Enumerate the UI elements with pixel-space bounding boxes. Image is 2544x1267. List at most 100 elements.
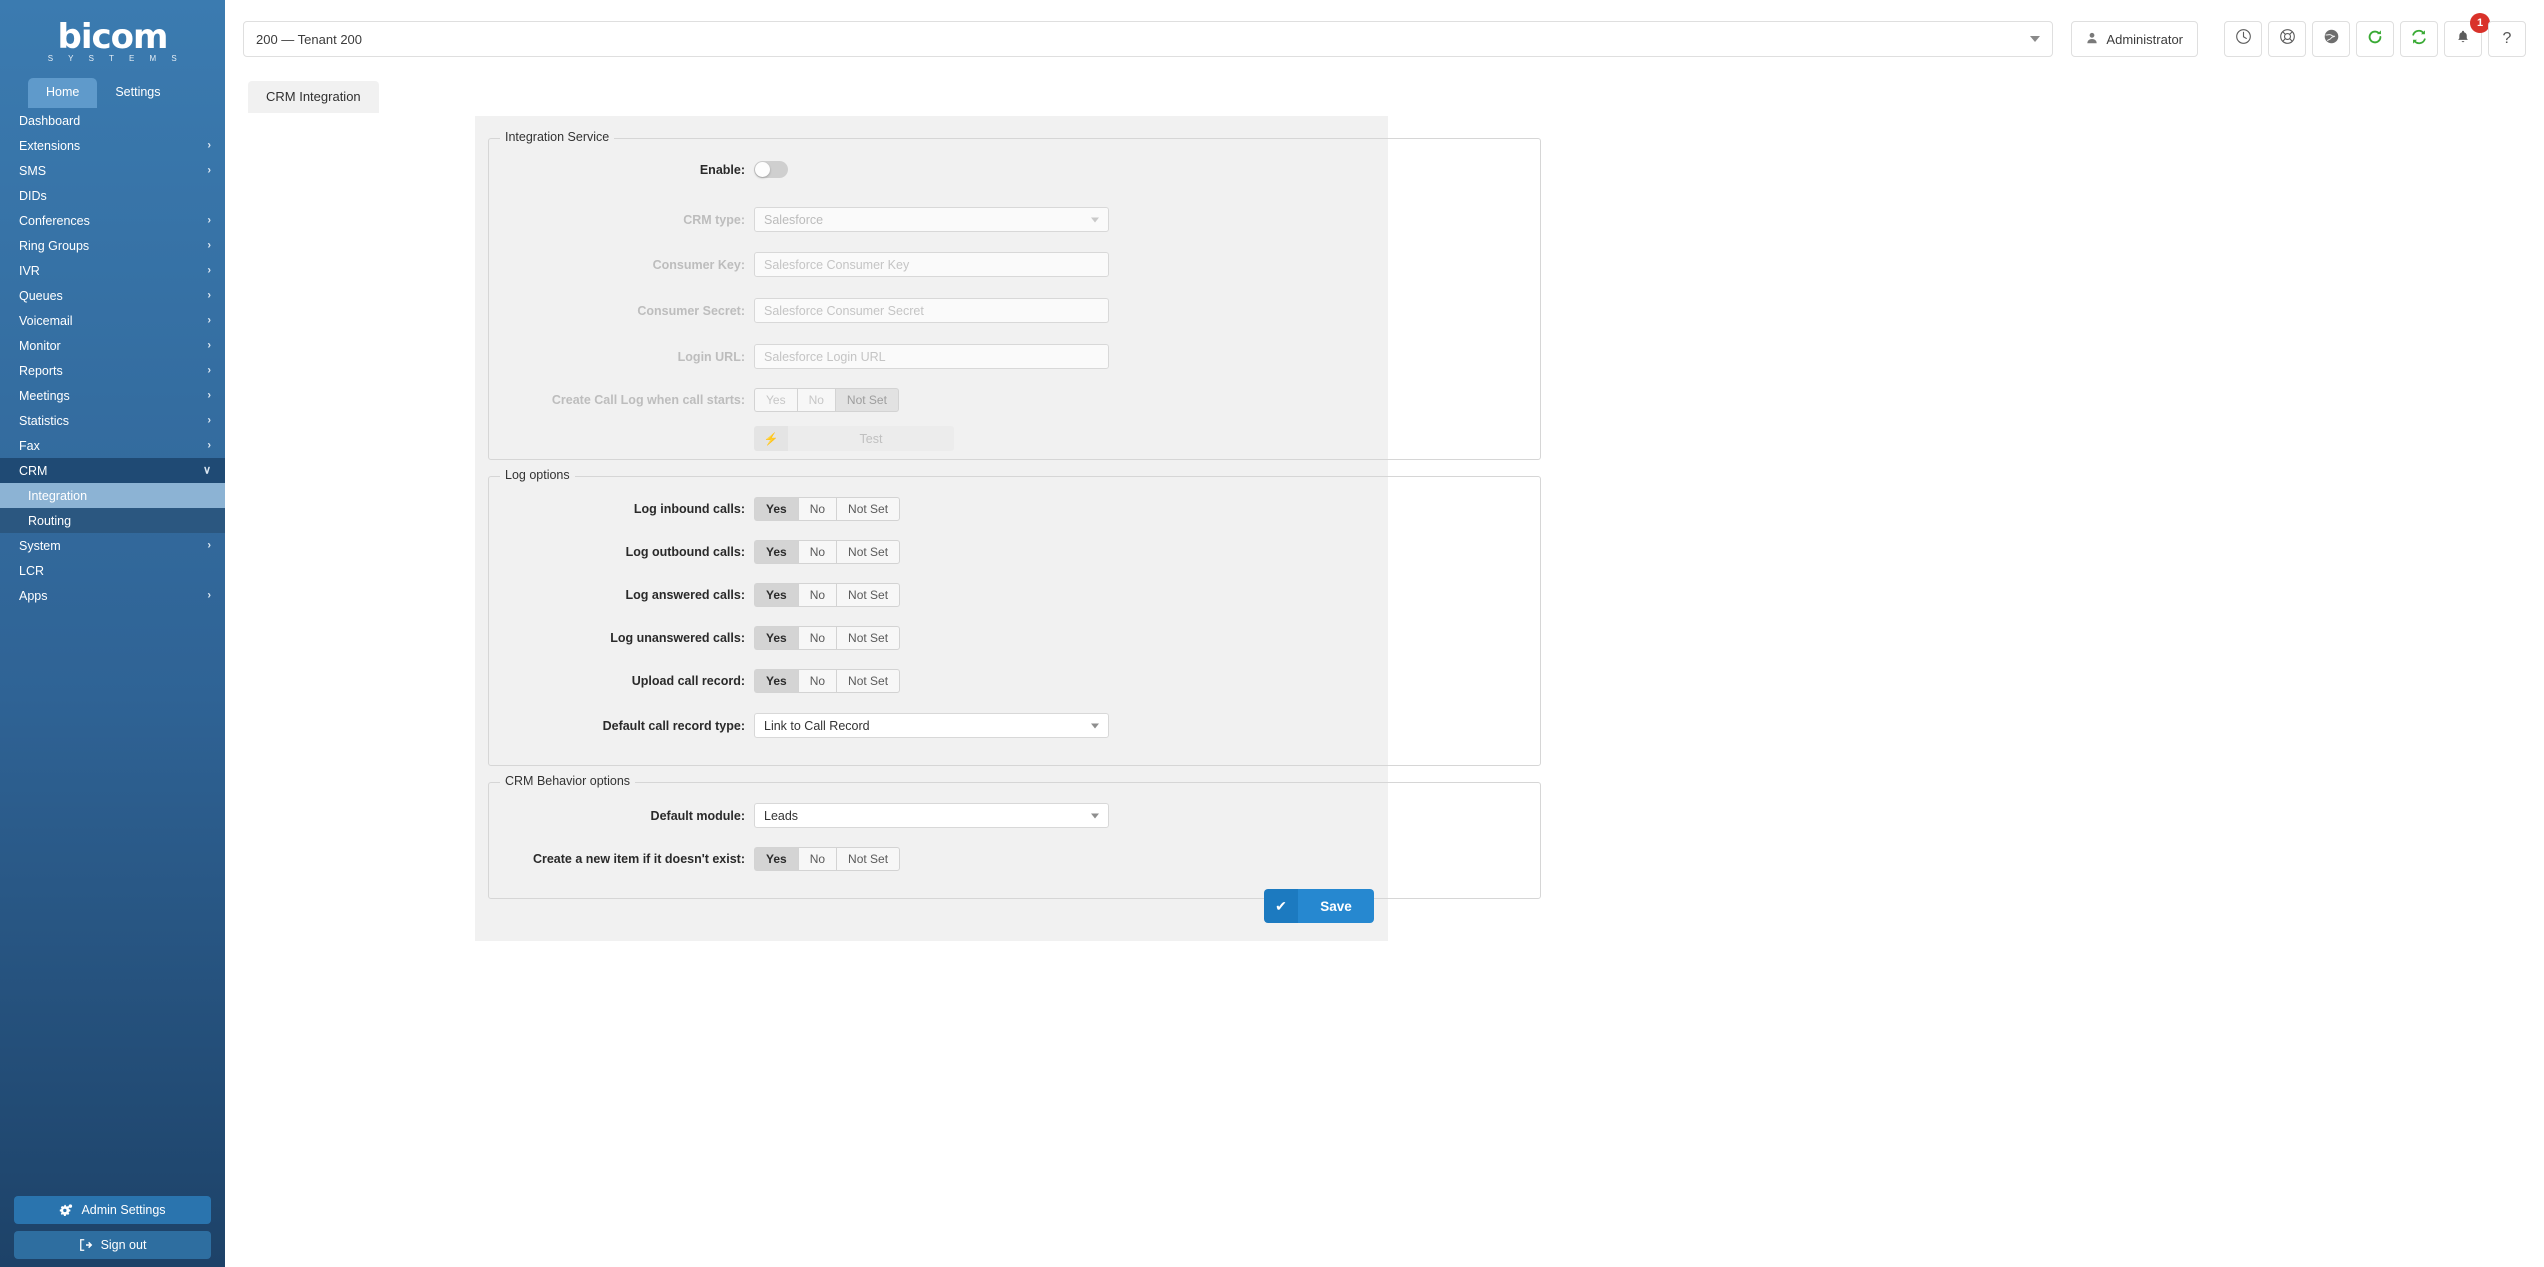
default-module-select[interactable]: Leads [754,803,1109,828]
crm-type-select[interactable]: Salesforce [754,207,1109,232]
test-row: ⚡ Test [489,426,1540,451]
brand-name: bicom [57,17,169,57]
chevron-right-icon: › [207,389,211,401]
chevron-right-icon: › [207,289,211,301]
behavior-options-legend: CRM Behavior options [500,774,636,788]
sidebar-item-conferences[interactable]: Conferences › [0,208,225,233]
upload-call-record-row: Upload call record: Yes No Not Set [489,669,1540,693]
sidebar-item-system[interactable]: System › [0,533,225,558]
sidebar-item-monitor[interactable]: Monitor › [0,333,225,358]
sidebar-item-integration[interactable]: Integration [0,483,225,508]
record-type-select[interactable]: Link to Call Record [754,713,1109,738]
sign-out-button[interactable]: Sign out [14,1231,211,1259]
create-item-row: Create a new item if it doesn't exist: Y… [489,847,1540,871]
test-button[interactable]: ⚡ Test [754,426,954,451]
sidebar-item-fax[interactable]: Fax › [0,433,225,458]
clock-icon [2235,28,2252,50]
sidebar-item-ivr[interactable]: IVR › [0,258,225,283]
sidebar-item-label: DIDs [19,188,47,203]
sidebar-item-reports[interactable]: Reports › [0,358,225,383]
sidebar-item-dids[interactable]: DIDs [0,183,225,208]
log-inbound-notset[interactable]: Not Set [836,497,901,521]
log-answered-notset[interactable]: Not Set [836,583,901,607]
log-answered-yes[interactable]: Yes [754,583,798,607]
create-item-notset[interactable]: Not Set [836,847,901,871]
log-inbound-no[interactable]: No [797,497,837,521]
sidebar-item-label: Dashboard [19,113,81,128]
sync-icon-button[interactable] [2400,21,2438,57]
chevron-right-icon: › [207,539,211,551]
integration-service-fieldset: Integration Service Enable: CRM type: Sa… [488,130,1541,460]
create-item-no[interactable]: No [797,847,837,871]
notification-badge: 1 [2470,13,2490,33]
enable-toggle[interactable] [754,161,788,178]
globe-icon [2323,28,2340,50]
create-item-yes[interactable]: Yes [754,847,798,871]
sidebar-item-statistics[interactable]: Statistics › [0,408,225,433]
refresh-icon-button[interactable] [2356,21,2394,57]
chevron-right-icon: › [207,589,211,601]
sign-out-icon [79,1238,93,1252]
upload-call-record-no[interactable]: No [797,669,837,693]
admin-settings-button[interactable]: Admin Settings [14,1196,211,1224]
sidebar-item-label: Integration [28,488,88,503]
crm-type-label: CRM type: [683,212,745,227]
help-button[interactable]: ? [2488,21,2526,57]
consumer-secret-input[interactable]: Salesforce Consumer Secret [754,298,1109,323]
sidebar-item-queues[interactable]: Queues › [0,283,225,308]
chevron-down-icon: ∨ [202,464,211,476]
log-inbound-yes[interactable]: Yes [754,497,798,521]
consumer-key-input[interactable]: Salesforce Consumer Key [754,252,1109,277]
create-call-log-no[interactable]: No [796,388,835,412]
save-button[interactable]: ✔ Save [1264,889,1374,923]
create-call-log-notset[interactable]: Not Set [834,388,899,412]
sidebar-item-label: Queues [19,288,63,303]
tenant-select[interactable]: 200 — Tenant 200 [243,21,2054,57]
life-ring-icon-button[interactable] [2268,21,2306,57]
brand-logo[interactable]: bicom S Y S T E M S [0,0,225,78]
log-unanswered-label: Log unanswered calls: [610,631,745,645]
nav-tab-settings[interactable]: Settings [97,78,178,108]
tab-crm-integration[interactable]: CRM Integration [248,81,379,113]
globe-icon-button[interactable] [2312,21,2350,57]
log-outbound-yes[interactable]: Yes [754,540,798,564]
log-options-legend: Log options [500,468,575,482]
admin-settings-label: Admin Settings [81,1203,166,1217]
log-answered-no[interactable]: No [797,583,837,607]
log-unanswered-no[interactable]: No [797,626,837,650]
default-module-label: Default module: [650,808,745,823]
bell-icon [2455,29,2471,50]
upload-call-record-yes[interactable]: Yes [754,669,798,693]
clock-icon-button[interactable] [2224,21,2262,57]
chevron-right-icon: › [207,314,211,326]
nav-tab-home[interactable]: Home [28,78,98,108]
log-outbound-notset[interactable]: Not Set [836,540,901,564]
upload-call-record-notset[interactable]: Not Set [836,669,901,693]
log-unanswered-yes[interactable]: Yes [754,626,798,650]
sidebar-item-label: Routing [28,513,72,528]
sidebar-item-label: Voicemail [19,313,73,328]
login-url-input[interactable]: Salesforce Login URL [754,344,1109,369]
user-icon [2086,32,2098,47]
sidebar-item-dashboard[interactable]: Dashboard [0,108,225,133]
sidebar-item-sms[interactable]: SMS › [0,158,225,183]
sidebar-item-apps[interactable]: Apps › [0,583,225,608]
log-unanswered-notset[interactable]: Not Set [836,626,901,650]
sidebar-item-crm[interactable]: CRM ∨ [0,458,225,483]
sidebar-item-lcr[interactable]: LCR [0,558,225,583]
sidebar-item-label: System [19,538,61,553]
notifications-button[interactable]: 1 [2444,13,2490,57]
chevron-right-icon: › [207,139,211,151]
login-url-row: Login URL: Salesforce Login URL [489,344,1540,369]
administrator-button[interactable]: Administrator [2071,21,2198,57]
help-icon: ? [2502,30,2512,47]
sidebar-item-extensions[interactable]: Extensions › [0,133,225,158]
sidebar-item-meetings[interactable]: Meetings › [0,383,225,408]
upload-call-record-btngroup: Yes No Not Set [754,669,901,693]
sidebar-item-routing[interactable]: Routing [0,508,225,533]
sidebar-item-ring-groups[interactable]: Ring Groups › [0,233,225,258]
log-outbound-no[interactable]: No [797,540,837,564]
sidebar-item-label: Apps [19,588,48,603]
sidebar-item-voicemail[interactable]: Voicemail › [0,308,225,333]
create-call-log-yes[interactable]: Yes [754,388,797,412]
